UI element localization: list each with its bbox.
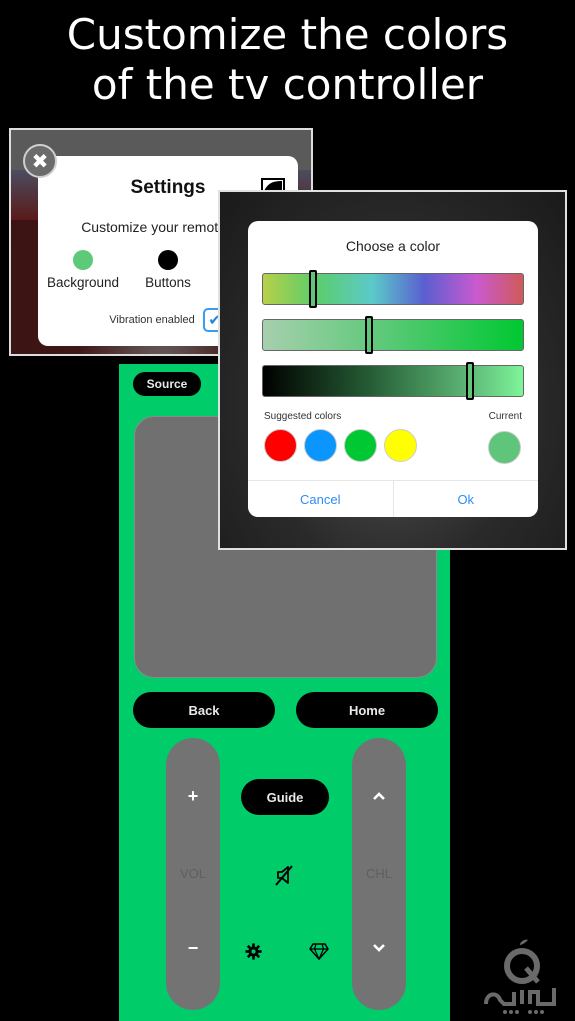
background-label: Background: [46, 275, 120, 290]
background-swatch[interactable]: [73, 250, 93, 270]
suggested-color-green[interactable]: [344, 429, 377, 462]
buttons-label: Buttons: [145, 275, 191, 290]
customize-label: Customize your remote: [81, 219, 226, 235]
settings-button[interactable]: [241, 939, 265, 963]
color-picker-screenshot: Choose a color Suggested colors Current …: [218, 190, 567, 550]
headline-line-2: of the tv controller: [91, 60, 484, 109]
source-button[interactable]: Source: [133, 372, 201, 396]
volume-down-button[interactable]: −: [166, 938, 220, 959]
chevron-down-icon: [373, 944, 385, 952]
channel-rocker: CHL: [352, 738, 406, 1010]
mute-icon: [275, 865, 293, 886]
chevron-up-icon: [373, 792, 385, 800]
suggested-color-red[interactable]: [264, 429, 297, 462]
suggested-color-blue[interactable]: [304, 429, 337, 462]
channel-label: CHL: [365, 866, 392, 881]
picker-title: Choose a color: [345, 238, 441, 254]
watermark-logo: [480, 938, 565, 1016]
brightness-slider[interactable]: [262, 362, 524, 400]
back-button[interactable]: Back: [133, 692, 275, 728]
channel-down-button[interactable]: [352, 940, 406, 958]
hue-slider[interactable]: [262, 270, 524, 308]
apple-logo-icon: [484, 939, 556, 1014]
picker-actions: Cancel Ok: [248, 480, 538, 517]
premium-button[interactable]: [306, 939, 332, 963]
close-icon: ✖: [31, 150, 49, 173]
hue-slider-thumb[interactable]: [308, 270, 317, 308]
suggested-colors-label: Suggested colors: [264, 411, 342, 422]
volume-rocker: + VOL −: [166, 738, 220, 1010]
saturation-slider[interactable]: [262, 316, 524, 354]
diamond-icon: [309, 942, 329, 960]
headline-line-1: Customize the colors: [66, 10, 509, 59]
saturation-slider-thumb[interactable]: [364, 316, 373, 354]
color-picker-dialog: Choose a color Suggested colors Current …: [248, 221, 538, 517]
buttons-color-option[interactable]: Buttons: [123, 250, 213, 290]
background-color-option[interactable]: Background: [38, 250, 128, 290]
cancel-button[interactable]: Cancel: [248, 481, 394, 517]
volume-up-button[interactable]: +: [166, 786, 220, 807]
guide-button[interactable]: Guide: [241, 779, 329, 815]
mute-button[interactable]: [269, 861, 301, 889]
current-color-label: Current: [488, 411, 522, 422]
buttons-swatch[interactable]: [158, 250, 178, 270]
ok-button[interactable]: Ok: [394, 481, 539, 517]
gear-icon: [244, 942, 262, 960]
close-button[interactable]: ✖: [23, 144, 57, 178]
headline: Customize the colors of the tv controlle…: [0, 10, 575, 110]
current-color-swatch: [488, 431, 521, 464]
vibration-label: Vibration enabled: [109, 314, 195, 326]
suggested-color-yellow[interactable]: [384, 429, 417, 462]
home-button[interactable]: Home: [296, 692, 438, 728]
volume-label: VOL: [179, 866, 206, 881]
brightness-slider-thumb[interactable]: [466, 362, 475, 400]
channel-up-button[interactable]: [352, 788, 406, 806]
